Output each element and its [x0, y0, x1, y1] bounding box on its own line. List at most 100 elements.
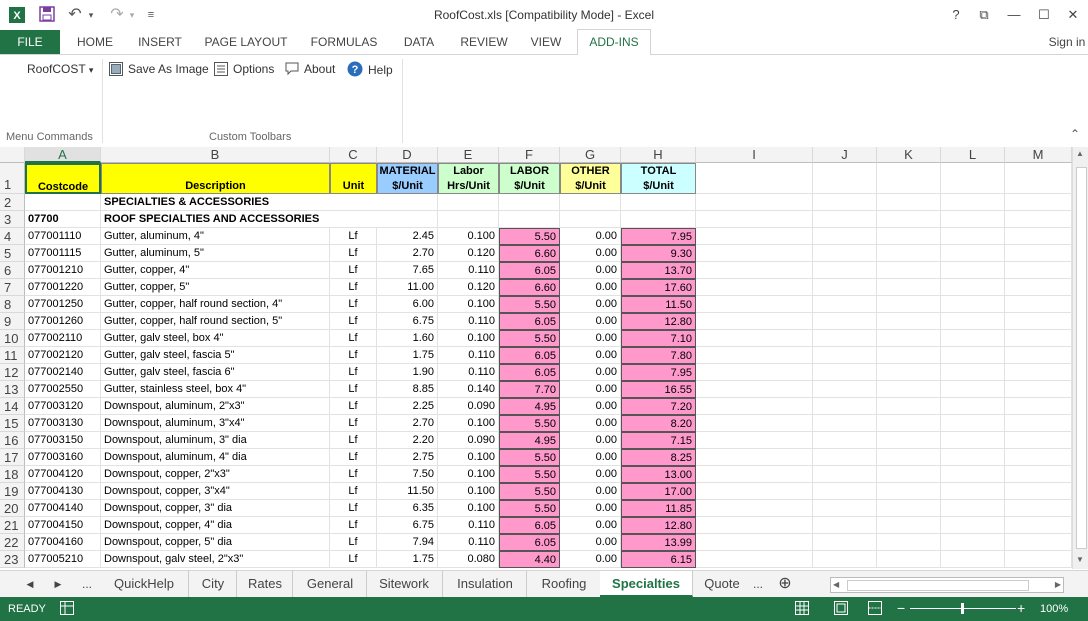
roofcost-menu-button[interactable]: RoofCOST ▾ [27, 61, 93, 77]
empty-cell[interactable] [941, 228, 1005, 245]
row-header[interactable]: 19 [0, 483, 25, 500]
empty-cell[interactable] [877, 313, 941, 330]
empty-cell[interactable] [941, 398, 1005, 415]
empty-cell[interactable] [877, 228, 941, 245]
description-cell[interactable]: Gutter, galv steel, fascia 6" [101, 364, 330, 381]
empty-cell[interactable] [813, 466, 877, 483]
material-cell[interactable]: 7.50 [377, 466, 438, 483]
labor-hours-cell[interactable]: 0.100 [438, 330, 499, 347]
other-cell[interactable]: 0.00 [560, 381, 621, 398]
costcode-cell[interactable]: 077003150 [25, 432, 101, 449]
description-cell[interactable]: Downspout, aluminum, 3"x4" [101, 415, 330, 432]
description-cell[interactable]: Gutter, copper, 5" [101, 279, 330, 296]
labor-cost-cell[interactable]: 6.05 [499, 534, 560, 551]
total-cell[interactable]: 6.15 [621, 551, 696, 568]
empty-cell[interactable] [696, 534, 813, 551]
empty-cell[interactable] [941, 347, 1005, 364]
costcode-cell[interactable]: 077001250 [25, 296, 101, 313]
description-cell[interactable]: Downspout, copper, 3"x4" [101, 483, 330, 500]
labor-hours-cell[interactable]: 0.140 [438, 381, 499, 398]
empty-cell[interactable] [1005, 398, 1072, 415]
total-cell[interactable]: 7.95 [621, 364, 696, 381]
empty-cell[interactable] [941, 449, 1005, 466]
unit-cell[interactable]: Lf [330, 228, 377, 245]
empty-cell[interactable] [1005, 347, 1072, 364]
empty-cell[interactable] [696, 211, 813, 228]
costcode-cell[interactable]: 077001260 [25, 313, 101, 330]
empty-cell[interactable] [1005, 245, 1072, 262]
empty-cell[interactable] [696, 279, 813, 296]
unit-cell[interactable]: Lf [330, 262, 377, 279]
labor-cost-cell[interactable]: 5.50 [499, 228, 560, 245]
costcode-cell[interactable]: 077003130 [25, 415, 101, 432]
total-cell[interactable]: 13.99 [621, 534, 696, 551]
other-cell[interactable]: 0.00 [560, 347, 621, 364]
empty-cell[interactable] [813, 245, 877, 262]
empty-cell[interactable] [499, 194, 560, 211]
sheet-tab-specialties[interactable]: Specialties [600, 571, 693, 597]
empty-cell[interactable] [1005, 296, 1072, 313]
unit-cell[interactable]: Lf [330, 296, 377, 313]
costcode-cell[interactable]: 077002120 [25, 347, 101, 364]
empty-cell[interactable] [941, 517, 1005, 534]
labor-hours-cell[interactable]: 0.110 [438, 347, 499, 364]
other-cell[interactable]: 0.00 [560, 398, 621, 415]
labor-hours-cell[interactable]: 0.100 [438, 500, 499, 517]
row-header[interactable]: 15 [0, 415, 25, 432]
vertical-scroll-thumb[interactable] [1076, 167, 1087, 549]
page-layout-view-icon[interactable] [834, 601, 848, 618]
row-header[interactable]: 9 [0, 313, 25, 330]
total-cell[interactable]: 16.55 [621, 381, 696, 398]
material-cell[interactable]: 11.50 [377, 483, 438, 500]
empty-cell[interactable] [877, 296, 941, 313]
labor-cost-cell[interactable]: 6.05 [499, 313, 560, 330]
empty-cell[interactable] [813, 330, 877, 347]
empty-cell[interactable] [813, 449, 877, 466]
row-header[interactable]: 1 [0, 163, 25, 194]
costcode-cell[interactable]: 077003160 [25, 449, 101, 466]
empty-cell[interactable] [813, 228, 877, 245]
costcode-cell[interactable]: 077001110 [25, 228, 101, 245]
sheet-tab-quote[interactable]: Quote [694, 571, 750, 597]
empty-cell[interactable] [941, 466, 1005, 483]
unit-cell[interactable]: Lf [330, 364, 377, 381]
empty-cell[interactable] [941, 279, 1005, 296]
costcode-cell[interactable]: 077002110 [25, 330, 101, 347]
other-cell[interactable]: 0.00 [560, 296, 621, 313]
unit-cell[interactable]: Lf [330, 534, 377, 551]
costcode-cell[interactable]: 077004140 [25, 500, 101, 517]
zoom-in-button[interactable]: + [1017, 600, 1025, 616]
labor-hours-cell[interactable]: 0.100 [438, 415, 499, 432]
costcode-cell[interactable]: 077003120 [25, 398, 101, 415]
empty-cell[interactable] [696, 398, 813, 415]
description-cell[interactable]: Downspout, copper, 2"x3" [101, 466, 330, 483]
total-cell[interactable]: 7.10 [621, 330, 696, 347]
labor-cost-cell[interactable]: 4.95 [499, 398, 560, 415]
material-cell[interactable]: 7.94 [377, 534, 438, 551]
total-cell[interactable]: 12.80 [621, 313, 696, 330]
empty-cell[interactable] [877, 432, 941, 449]
macro-record-icon[interactable] [60, 601, 74, 618]
empty-cell[interactable] [1005, 194, 1072, 211]
empty-cell[interactable] [1005, 381, 1072, 398]
tab-file[interactable]: FILE [0, 30, 60, 54]
material-cell[interactable]: 1.75 [377, 551, 438, 568]
empty-cell[interactable] [941, 483, 1005, 500]
minimize-icon[interactable]: — [1003, 4, 1025, 26]
material-cell[interactable]: 2.20 [377, 432, 438, 449]
other-cell[interactable]: 0.00 [560, 534, 621, 551]
description-cell[interactable]: Gutter, aluminum, 5" [101, 245, 330, 262]
empty-cell[interactable] [813, 279, 877, 296]
costcode-cell[interactable]: 077001220 [25, 279, 101, 296]
empty-cell[interactable] [813, 432, 877, 449]
empty-cell[interactable] [1005, 415, 1072, 432]
column-header-k[interactable]: K [877, 147, 941, 163]
material-cell[interactable]: 2.45 [377, 228, 438, 245]
empty-cell[interactable] [696, 296, 813, 313]
labor-hours-cell[interactable]: 0.100 [438, 449, 499, 466]
sheet-tab-sitework[interactable]: Sitework [366, 571, 443, 597]
empty-cell[interactable] [1005, 330, 1072, 347]
description-cell[interactable]: Downspout, copper, 4" dia [101, 517, 330, 534]
empty-cell[interactable] [941, 211, 1005, 228]
empty-cell[interactable] [696, 163, 813, 194]
